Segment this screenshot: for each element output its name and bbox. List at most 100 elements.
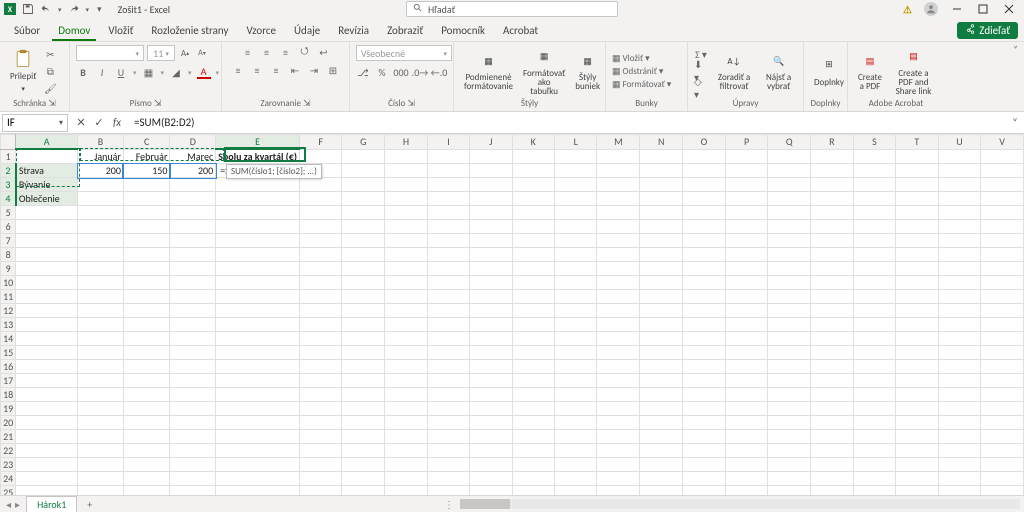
- cell-A21[interactable]: [16, 430, 78, 444]
- cell-R9[interactable]: [811, 262, 854, 276]
- cell-C13[interactable]: [123, 318, 170, 332]
- cell-P8[interactable]: [725, 248, 768, 262]
- cell-H15[interactable]: [385, 346, 428, 360]
- cell-J7[interactable]: [470, 234, 512, 248]
- cell-U21[interactable]: [938, 430, 981, 444]
- cell-F24[interactable]: [299, 472, 341, 486]
- cell-B7[interactable]: [78, 234, 124, 248]
- cell-P19[interactable]: [725, 402, 768, 416]
- cell-F10[interactable]: [299, 276, 341, 290]
- maximize-button[interactable]: [976, 2, 990, 16]
- cell-M3[interactable]: [597, 178, 640, 192]
- cell-V3[interactable]: [981, 178, 1024, 192]
- qat-customize-icon[interactable]: ▾: [97, 4, 102, 15]
- cell-S11[interactable]: [853, 290, 895, 304]
- underline-icon[interactable]: U: [114, 65, 128, 79]
- cell-I3[interactable]: [427, 178, 469, 192]
- cell-K12[interactable]: [512, 304, 555, 318]
- cell-M12[interactable]: [597, 304, 640, 318]
- cell-T1[interactable]: [896, 149, 938, 164]
- cell-J11[interactable]: [470, 290, 512, 304]
- cell-U18[interactable]: [938, 388, 981, 402]
- cell-S13[interactable]: [853, 318, 895, 332]
- cell-B16[interactable]: [78, 360, 124, 374]
- cell-U7[interactable]: [938, 234, 981, 248]
- cell-O15[interactable]: [683, 346, 726, 360]
- cell-T23[interactable]: [896, 458, 938, 472]
- cell-L8[interactable]: [555, 248, 597, 262]
- row-header-16[interactable]: 16: [1, 360, 16, 374]
- cell-S17[interactable]: [853, 374, 895, 388]
- cell-Q12[interactable]: [768, 304, 811, 318]
- cell-C8[interactable]: [123, 248, 170, 262]
- cell-P13[interactable]: [725, 318, 768, 332]
- find-select-button[interactable]: 🔍Nájsť a vybrať: [760, 51, 797, 91]
- sheet-nav-prev-icon[interactable]: ◂: [6, 498, 11, 511]
- borders-icon[interactable]: ▦: [142, 65, 156, 79]
- cell-G19[interactable]: [342, 402, 385, 416]
- col-header-E[interactable]: E: [216, 135, 300, 150]
- cell-A23[interactable]: [16, 458, 78, 472]
- cell-U11[interactable]: [938, 290, 981, 304]
- cell-N13[interactable]: [640, 318, 683, 332]
- cell-E25[interactable]: [216, 486, 300, 496]
- cell-A18[interactable]: [16, 388, 78, 402]
- cell-G3[interactable]: [342, 178, 385, 192]
- cell-H11[interactable]: [385, 290, 428, 304]
- cell-F15[interactable]: [299, 346, 341, 360]
- cell-A13[interactable]: [16, 318, 78, 332]
- cell-E22[interactable]: [216, 444, 300, 458]
- cell-I21[interactable]: [427, 430, 469, 444]
- cell-K11[interactable]: [512, 290, 555, 304]
- cell-L9[interactable]: [555, 262, 597, 276]
- cell-R16[interactable]: [811, 360, 854, 374]
- cell-I2[interactable]: [427, 164, 469, 178]
- cell-Q15[interactable]: [768, 346, 811, 360]
- cell-L14[interactable]: [555, 332, 597, 346]
- cell-U20[interactable]: [938, 416, 981, 430]
- cell-H8[interactable]: [385, 248, 428, 262]
- cell-C20[interactable]: [123, 416, 170, 430]
- cell-C2[interactable]: 150: [123, 164, 170, 178]
- cell-P25[interactable]: [725, 486, 768, 496]
- col-header-I[interactable]: I: [427, 135, 469, 150]
- cell-D21[interactable]: [170, 430, 216, 444]
- cell-S2[interactable]: [853, 164, 895, 178]
- cell-J20[interactable]: [470, 416, 512, 430]
- cell-O10[interactable]: [683, 276, 726, 290]
- cell-F19[interactable]: [299, 402, 341, 416]
- cell-B10[interactable]: [78, 276, 124, 290]
- italic-icon[interactable]: I: [95, 65, 109, 79]
- cell-G4[interactable]: [342, 192, 385, 206]
- cell-R17[interactable]: [811, 374, 854, 388]
- cell-S4[interactable]: [853, 192, 895, 206]
- cell-U12[interactable]: [938, 304, 981, 318]
- cell-N25[interactable]: [640, 486, 683, 496]
- cell-O4[interactable]: [683, 192, 726, 206]
- cell-N2[interactable]: [640, 164, 683, 178]
- tab-zobrazit[interactable]: Zobraziť: [379, 20, 431, 41]
- cell-O24[interactable]: [683, 472, 726, 486]
- cell-P2[interactable]: [725, 164, 768, 178]
- cell-T8[interactable]: [896, 248, 938, 262]
- cell-O13[interactable]: [683, 318, 726, 332]
- cell-M21[interactable]: [597, 430, 640, 444]
- cell-D6[interactable]: [170, 220, 216, 234]
- cell-L6[interactable]: [555, 220, 597, 234]
- cell-A10[interactable]: [16, 276, 78, 290]
- cell-V4[interactable]: [981, 192, 1024, 206]
- align-left-icon[interactable]: ≡: [231, 63, 245, 77]
- cell-T6[interactable]: [896, 220, 938, 234]
- cell-B9[interactable]: [78, 262, 124, 276]
- cell-L23[interactable]: [555, 458, 597, 472]
- cell-V7[interactable]: [981, 234, 1024, 248]
- cell-S12[interactable]: [853, 304, 895, 318]
- row-header-11[interactable]: 11: [1, 290, 16, 304]
- cell-D2[interactable]: 200: [170, 164, 216, 178]
- cell-O14[interactable]: [683, 332, 726, 346]
- cell-D7[interactable]: [170, 234, 216, 248]
- cell-C4[interactable]: [123, 192, 170, 206]
- cell-N1[interactable]: [640, 149, 683, 164]
- row-header-9[interactable]: 9: [1, 262, 16, 276]
- orientation-icon[interactable]: ⭯: [298, 45, 312, 59]
